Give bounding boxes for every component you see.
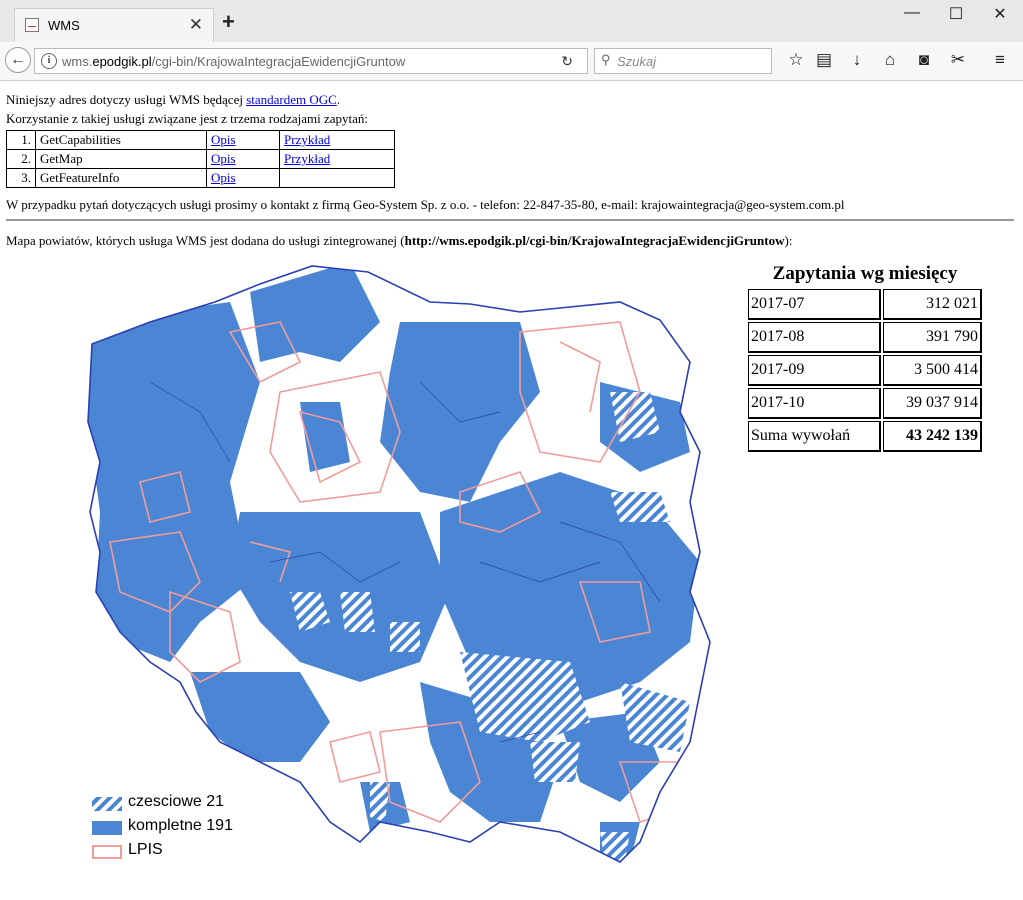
table-row: 2017-09 3 500 414	[748, 355, 982, 386]
url-bar[interactable]: i wms.epodgik.pl/cgi-bin/KrajowaIntegrac…	[34, 48, 588, 74]
table-row: 2. GetMap Opis Przykład	[6, 149, 395, 169]
new-tab-button[interactable]: +	[222, 11, 235, 33]
browser-window: WMS ✕ + — ☐ ✕ ← i wms.epodgik.pl/cgi-bin…	[0, 0, 1023, 900]
search-placeholder: Szukaj	[617, 54, 657, 69]
table-row-sum: Suma wywołań 43 242 139	[748, 421, 982, 452]
opis-link[interactable]: Opis	[211, 132, 236, 147]
ogc-standard-link[interactable]: standardem OGC	[246, 92, 337, 107]
scissors-icon[interactable]: ✂	[946, 50, 970, 70]
home-icon[interactable]: ⌂	[878, 50, 902, 70]
table-row: 2017-08 391 790	[748, 322, 982, 353]
przyklad-link[interactable]: Przykład	[284, 132, 330, 147]
reload-icon[interactable]: ↻	[561, 53, 573, 70]
info-icon[interactable]: i	[41, 53, 57, 69]
opis-link[interactable]: Opis	[211, 170, 236, 185]
tab-title: WMS	[48, 18, 80, 33]
usage-text: Korzystanie z takiej usługi związane jes…	[6, 111, 369, 126]
stats-title: Zapytania wg miesięcy	[772, 263, 958, 284]
pocket-icon[interactable]: ◙	[912, 50, 936, 70]
arrow-left-icon: ←	[10, 51, 26, 68]
requests-table: 1. GetCapabilities Opis Przykład 2. GetM…	[6, 130, 395, 188]
close-tab-icon[interactable]: ✕	[189, 15, 203, 35]
opis-link[interactable]: Opis	[211, 151, 236, 166]
hamburger-icon[interactable]: ≡	[988, 50, 1012, 70]
table-row: 2017-10 39 037 914	[748, 388, 982, 419]
close-window-button[interactable]: ✕	[980, 4, 1020, 24]
page-favicon-icon	[25, 18, 39, 32]
table-row: 2017-07 312 021	[748, 289, 982, 320]
divider	[6, 219, 1014, 221]
intro-text: Niniejszy adres dotyczy usługi WMS będąc…	[6, 92, 341, 107]
url-text: wms.epodgik.pl/cgi-bin/KrajowaIntegracja…	[62, 54, 406, 69]
back-button[interactable]: ←	[5, 47, 31, 73]
tab-wms[interactable]: WMS ✕	[14, 8, 214, 42]
striped-swatch-icon	[92, 797, 122, 811]
navigation-bar: ← i wms.epodgik.pl/cgi-bin/KrajowaIntegr…	[0, 42, 1023, 81]
table-row: 3. GetFeatureInfo Opis	[6, 168, 395, 188]
monthly-requests-stats: Zapytania wg miesięcy 2017-07 312 021 201…	[746, 263, 984, 454]
contact-text: W przypadku pytań dotyczących usługi pro…	[6, 197, 845, 212]
table-row: 1. GetCapabilities Opis Przykład	[6, 130, 395, 150]
clipboard-icon[interactable]: ▤	[812, 50, 836, 70]
page-content: Niniejszy adres dotyczy usługi WMS będąc…	[0, 81, 1023, 900]
map-caption: Mapa powiatów, których usługa WMS jest d…	[6, 233, 793, 248]
stats-table: 2017-07 312 021 2017-08 391 790 2017-09 3 5…	[746, 287, 984, 454]
star-icon[interactable]: ☆	[784, 50, 808, 70]
search-box[interactable]: ⚲ Szukaj	[594, 48, 772, 74]
magnifier-icon: ⚲	[601, 52, 611, 67]
solid-swatch-icon	[92, 821, 122, 835]
tab-bar: WMS ✕ + — ☐ ✕	[0, 0, 1023, 42]
outline-swatch-icon	[92, 845, 122, 859]
minimize-button[interactable]: —	[892, 4, 932, 22]
download-icon[interactable]: ↓	[845, 50, 869, 70]
przyklad-link[interactable]: Przykład	[284, 151, 330, 166]
maximize-button[interactable]: ☐	[936, 4, 976, 24]
